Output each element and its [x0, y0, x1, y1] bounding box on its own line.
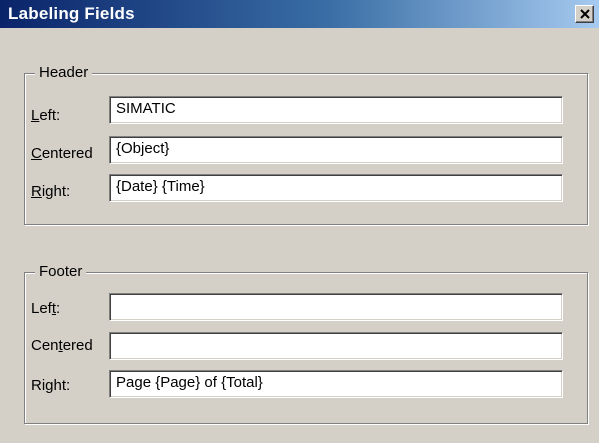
footer-groupbox: Footer Left: Centered Right: Page {Page}…: [24, 263, 588, 424]
header-centered-input[interactable]: {Object}: [109, 136, 563, 164]
header-centered-label-post: entered: [41, 145, 93, 162]
footer-right-label: Right:: [31, 377, 70, 395]
footer-centered-label-pre: Cen: [31, 337, 59, 354]
footer-centered-label: Centered: [31, 337, 93, 355]
header-right-label: Right:: [31, 183, 70, 201]
footer-left-label-post: :: [56, 300, 61, 317]
header-left-label-post: eft:: [39, 107, 61, 124]
footer-left-label: Left:: [31, 300, 60, 318]
header-right-label-post: ight:: [41, 183, 71, 200]
header-right-input[interactable]: {Date} {Time}: [109, 174, 563, 202]
header-right-label-mnemonic: R: [31, 183, 42, 200]
footer-centered-input[interactable]: [109, 332, 563, 360]
labeling-fields-dialog: Labeling Fields Header Left: SIMATIC Cen…: [0, 0, 599, 443]
header-group-legend: Header: [35, 64, 93, 82]
close-icon: [580, 9, 590, 19]
footer-group-legend: Footer: [35, 263, 87, 281]
close-button[interactable]: [575, 5, 594, 23]
footer-left-input[interactable]: [109, 293, 563, 321]
header-left-label: Left:: [31, 107, 60, 125]
title-bar[interactable]: Labeling Fields: [0, 0, 599, 28]
header-groupbox: Header Left: SIMATIC Centered {Object} R…: [24, 64, 588, 225]
footer-right-input[interactable]: Page {Page} of {Total}: [109, 370, 563, 398]
header-centered-label-mnemonic: C: [31, 145, 42, 162]
window-title: Labeling Fields: [8, 4, 135, 23]
footer-right-label-post: ht:: [53, 377, 71, 394]
footer-right-label-pre: Ri: [31, 377, 46, 394]
footer-right-label-mnemonic: g: [45, 377, 54, 394]
header-left-input[interactable]: SIMATIC: [109, 96, 563, 124]
footer-left-label-pre: Lef: [31, 300, 52, 317]
header-centered-label: Centered: [31, 145, 93, 163]
footer-centered-label-post: ered: [62, 337, 93, 354]
